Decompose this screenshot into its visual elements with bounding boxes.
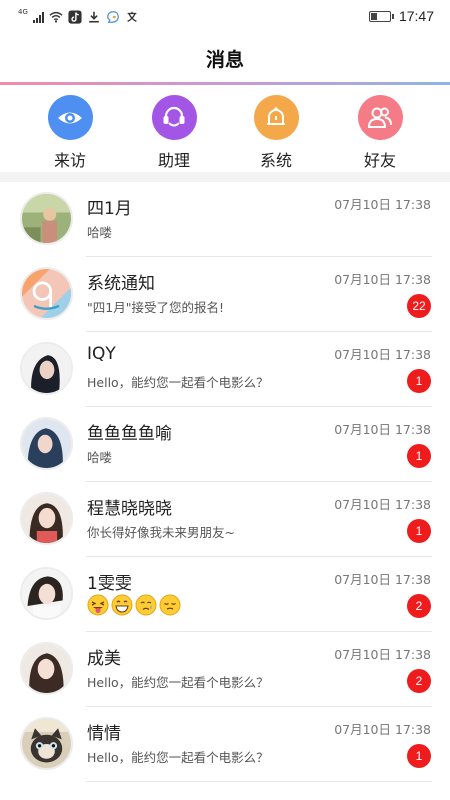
bell-icon <box>253 95 299 140</box>
conversation-name: 程慧晓晓晓 <box>87 499 172 519</box>
conversation-name: 1雯雯 <box>87 574 132 594</box>
unread-badge: 2 <box>407 669 431 693</box>
conversation-time: 07月10日 17:38 <box>334 647 431 662</box>
conversation-item[interactable]: 程慧晓晓晓 你长得好像我未来男朋友~ 07月10日 17:38 1 <box>0 482 450 557</box>
conversation-time: 07月10日 17:38 <box>334 272 431 287</box>
unread-badge: 1 <box>407 519 431 543</box>
quick-action-label: 好友 <box>363 151 396 170</box>
headset-icon <box>151 95 197 140</box>
conversation-time: 07月10日 17:38 <box>334 497 431 512</box>
conversation-name: 情情 <box>87 724 121 744</box>
battery-level <box>370 12 378 20</box>
wifi-icon <box>49 11 63 23</box>
unread-badge: 1 <box>407 369 431 393</box>
unread-badge: 1 <box>407 744 431 768</box>
quick-action-label: 系统 <box>259 151 292 170</box>
conversation-preview: 哈喽 <box>87 450 113 465</box>
conversation-item[interactable]: 情情 Hello，能约您一起看个电影么？ 07月10日 17:38 1 <box>0 707 450 782</box>
conversation-list: 四1月 哈喽 07月10日 17:38 系统通知 "四1月"接受了您的报名! 0… <box>0 182 450 782</box>
conversation-preview: "四1月"接受了您的报名! <box>87 300 224 315</box>
pensive-emoji <box>159 594 181 616</box>
conversation-name: 成美 <box>87 649 121 669</box>
status-bar-right: 17:47 <box>368 8 434 24</box>
header-gradient-line <box>0 82 450 85</box>
tiktok-icon <box>68 10 82 24</box>
conversation-name: 系统通知 <box>87 274 155 294</box>
conversation-item[interactable]: 四1月 哈喽 07月10日 17:38 <box>0 182 450 257</box>
app-header: 消息 <box>0 34 450 83</box>
grinning-emoji <box>111 594 133 616</box>
avatar[interactable] <box>20 192 73 245</box>
quick-action-friends[interactable]: 好友 <box>340 92 420 171</box>
quick-action-assistant[interactable]: 助理 <box>134 92 214 171</box>
download-icon <box>89 11 99 23</box>
quick-action-label: 助理 <box>157 151 190 170</box>
status-bar-left: 4G <box>18 8 139 25</box>
conversation-item[interactable]: 1雯雯 07月10日 17:38 2 <box>0 557 450 632</box>
signal-icon <box>32 11 44 23</box>
system-avatar[interactable] <box>20 267 73 320</box>
conversation-preview: Hello，能约您一起看个电影么？ <box>87 375 269 390</box>
status-bar: 4G 17:47 <box>0 0 450 34</box>
translate-icon <box>127 11 137 22</box>
conversation-preview: 你长得好像我未来男朋友~ <box>87 525 235 540</box>
quick-actions: 来访 助理 系统 好友 <box>0 92 450 172</box>
network-type: 4G <box>18 8 28 16</box>
conversation-name: 鱼鱼鱼鱼喻 <box>87 424 172 444</box>
conversation-preview: Hello，能约您一起看个电影么？ <box>87 675 269 690</box>
avatar[interactable] <box>20 567 73 620</box>
unread-badge: 1 <box>407 444 431 468</box>
avatar[interactable] <box>20 417 73 470</box>
avatar[interactable] <box>20 642 73 695</box>
unread-badge: 22 <box>407 294 431 318</box>
page-title: 消息 <box>205 49 244 71</box>
conversation-item[interactable]: 鱼鱼鱼鱼喻 哈喽 07月10日 17:38 1 <box>0 407 450 482</box>
conversation-time: 07月10日 17:38 <box>334 722 431 737</box>
emoji-preview <box>87 594 181 616</box>
conversation-item[interactable]: 成美 Hello，能约您一起看个电影么？ 07月10日 17:38 2 <box>0 632 450 707</box>
conversation-preview: 哈喽 <box>87 225 113 240</box>
battery-icon <box>368 10 394 22</box>
squinting-tongue-emoji <box>87 594 109 616</box>
quick-action-label: 来访 <box>53 151 86 170</box>
conversation-time: 07月10日 17:38 <box>334 197 431 212</box>
conversation-time: 07月10日 17:38 <box>334 572 431 587</box>
conversation-time: 07月10日 17:38 <box>334 422 431 437</box>
cat-avatar[interactable] <box>20 717 73 770</box>
conversation-name: 四1月 <box>87 199 132 219</box>
bubble-app-icon <box>107 11 119 23</box>
people-icon <box>357 95 403 140</box>
avatar[interactable] <box>20 492 73 545</box>
section-divider <box>0 172 450 182</box>
row-divider <box>86 781 432 782</box>
crying-emoji <box>135 594 157 616</box>
conversation-preview: Hello，能约您一起看个电影么？ <box>87 750 269 765</box>
conversation-item[interactable]: IQY Hello，能约您一起看个电影么？ 07月10日 17:38 1 <box>0 332 450 407</box>
quick-action-system[interactable]: 系统 <box>236 92 316 171</box>
conversation-name: IQY <box>87 344 116 364</box>
clock: 17:47 <box>398 8 434 24</box>
conversation-item[interactable]: 系统通知 "四1月"接受了您的报名! 07月10日 17:38 22 <box>0 257 450 332</box>
avatar[interactable] <box>20 342 73 395</box>
quick-action-visitors[interactable]: 来访 <box>30 92 110 171</box>
eye-icon <box>47 95 93 140</box>
conversation-time: 07月10日 17:38 <box>334 347 431 362</box>
unread-badge: 2 <box>407 594 431 618</box>
